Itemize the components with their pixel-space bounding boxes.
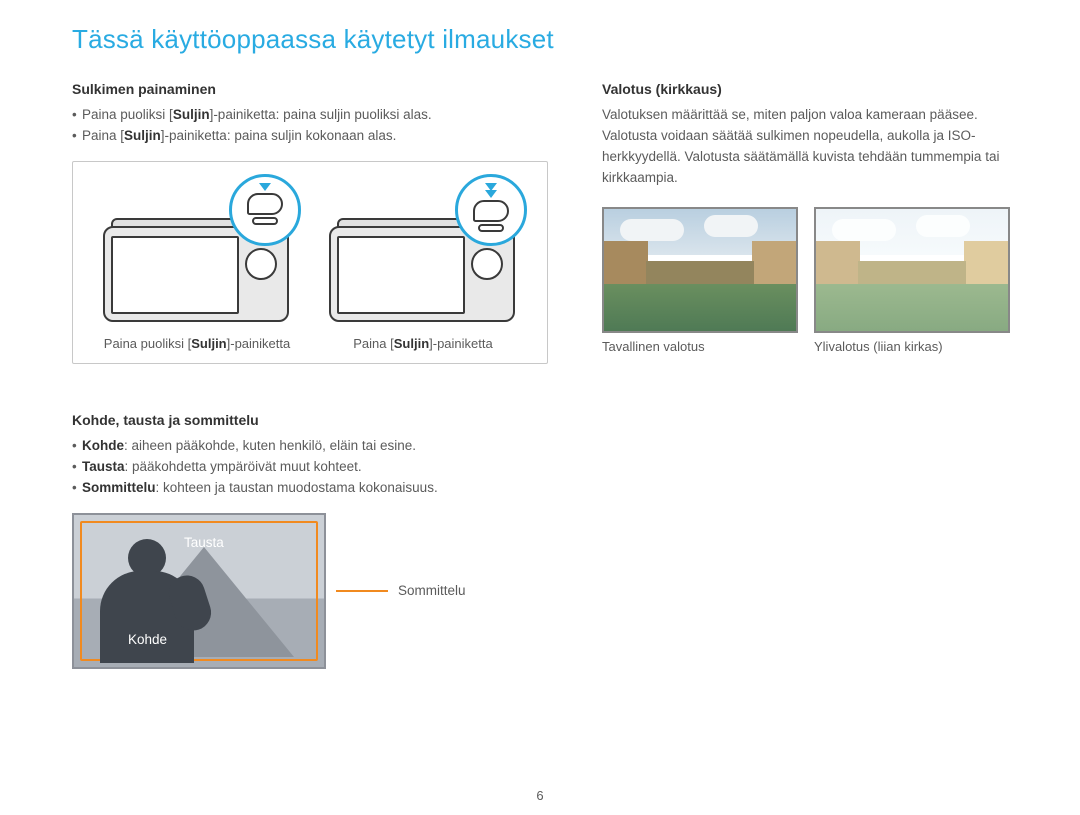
photo-col-normal: Tavallinen valotus [602,207,798,354]
building-left [604,241,648,287]
bold: Suljin [173,107,210,122]
shutter-button-icon [252,217,278,225]
left-column: Sulkimen painaminen Paina puoliksi [Sulj… [72,81,548,669]
shutter-bullets: Paina puoliksi [Suljin]-painiketta: pain… [72,105,548,147]
camera-drawing [97,178,297,328]
shutter-bullet-1: Paina puoliksi [Suljin]-painiketta: pain… [72,105,548,126]
composition-frame: Tausta Kohde [72,513,326,669]
text: ]-painiketta [227,336,291,351]
shutter-figure-half-press: Paina puoliksi [Suljin]-painiketta [89,178,305,351]
photo-caption-overexposed: Ylivalotus (liian kirkas) [814,339,1010,354]
press-indicator-circle [229,174,301,246]
building-right [752,241,796,287]
person-body [100,571,194,663]
text: Paina [ [353,336,393,351]
cloud-icon [832,219,896,241]
shutter-button-icon [478,224,504,232]
cloud-icon [704,215,758,237]
right-column: Valotus (kirkkaus) Valotuksen määrittää … [602,81,1010,669]
label-sommittelu: Sommittelu [398,583,466,598]
photo-caption-normal: Tavallinen valotus [602,339,798,354]
bold: Sommittelu [82,480,156,495]
shutter-header: Sulkimen painaminen [72,81,548,97]
camera-screen [111,236,239,314]
thumb-icon [247,193,283,215]
camera-dpad [245,248,277,280]
press-indicator-circle [455,174,527,246]
text: : kohteen ja taustan muodostama kokonais… [156,480,438,495]
thumb-icon [473,200,509,222]
composition-bullet-2: Tausta: pääkohdetta ympäröivät muut koht… [72,457,548,478]
text: ]-painiketta: paina suljin puoliksi alas… [210,107,432,122]
text: Paina puoliksi [ [82,107,173,122]
bridge [858,261,966,287]
arrow-down-icon [259,183,271,191]
cloud-icon [620,219,684,241]
arrow-down-icon [485,190,497,198]
building-left [816,241,860,287]
composition-header: Kohde, tausta ja sommittelu [72,412,548,428]
text: Paina puoliksi [ [104,336,191,351]
cloud-icon [916,215,970,237]
exposure-paragraph: Valotuksen määrittää se, miten paljon va… [602,105,1010,189]
bold: Suljin [124,128,161,143]
camera-dpad [471,248,503,280]
bridge [646,261,754,287]
photo-col-overexposed: Ylivalotus (liian kirkas) [814,207,1010,354]
composition-bullet-1: Kohde: aiheen pääkohde, kuten henkilö, e… [72,436,548,457]
label-tausta: Tausta [184,535,224,550]
shutter-figure-full-press: Paina [Suljin]-painiketta [315,178,531,351]
figure-caption: Paina puoliksi [Suljin]-painiketta [104,336,290,351]
figure-caption: Paina [Suljin]-painiketta [353,336,492,351]
text: ]-painiketta: paina suljin kokonaan alas… [161,128,397,143]
shutter-figure-box: Paina puoliksi [Suljin]-painiketta [72,161,548,364]
text: Paina [ [82,128,124,143]
text: : pääkohdetta ympäröivät muut kohteet. [125,459,362,474]
page-number: 6 [536,788,543,803]
page-title: Tässä käyttöoppaassa käytetyt ilmaukset [72,24,1008,55]
bold: Kohde [82,438,124,453]
connector-line [336,590,388,592]
bold: Tausta [82,459,125,474]
composition-bullets: Kohde: aiheen pääkohde, kuten henkilö, e… [72,436,548,499]
camera-screen [337,236,465,314]
text: : aiheen pääkohde, kuten henkilö, eläin … [124,438,416,453]
shutter-bullet-2: Paina [Suljin]-painiketta: paina suljin … [72,126,548,147]
river [604,284,796,330]
composition-bullet-3: Sommittelu: kohteen ja taustan muodostam… [72,478,548,499]
exposure-header: Valotus (kirkkaus) [602,81,1010,97]
photo-normal-exposure [602,207,798,333]
photo-overexposed [814,207,1010,333]
building-right [964,241,1008,287]
text: ]-painiketta [429,336,493,351]
label-kohde: Kohde [128,632,167,647]
camera-drawing [323,178,523,328]
river [816,284,1008,330]
content-columns: Sulkimen painaminen Paina puoliksi [Sulj… [72,81,1008,669]
bold: Suljin [191,336,226,351]
exposure-photos: Tavallinen valotus Ylivalotus (liian kir… [602,207,1010,354]
composition-figure: Tausta Kohde Sommittelu [72,513,548,669]
bold: Suljin [394,336,429,351]
person-silhouette [92,539,202,667]
